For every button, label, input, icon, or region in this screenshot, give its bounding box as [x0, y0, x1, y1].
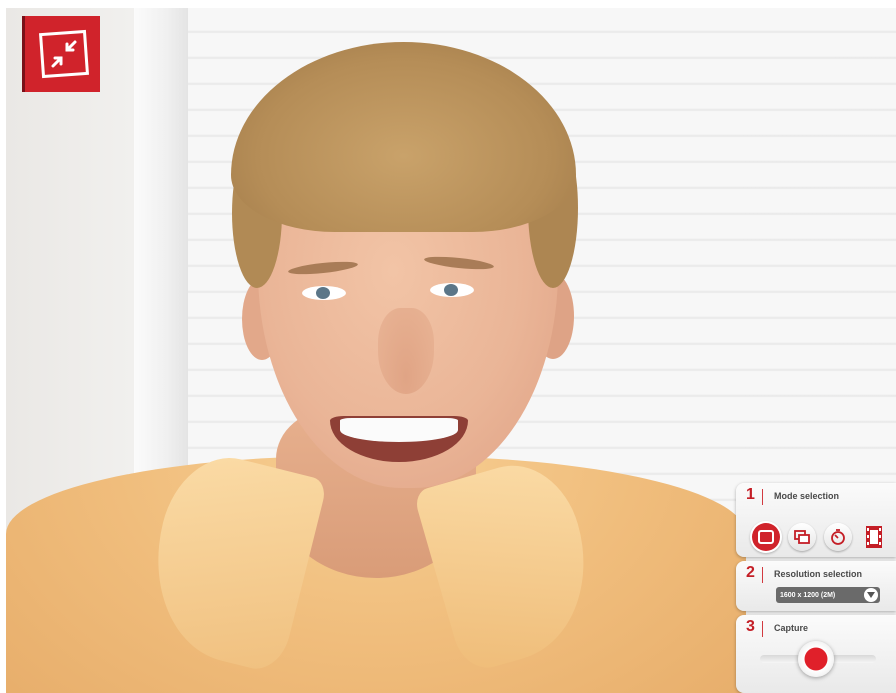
- resolution-selection-title: Resolution selection: [774, 569, 863, 579]
- mode-burst-photo-button[interactable]: [788, 523, 816, 551]
- capture-button[interactable]: [798, 641, 834, 677]
- mode-options: [752, 523, 888, 551]
- single-photo-icon: [758, 530, 774, 544]
- video-film-icon: [866, 526, 882, 548]
- step-number: 3: [746, 618, 755, 635]
- person-nose: [378, 308, 434, 394]
- mode-video-button[interactable]: [860, 523, 888, 551]
- resolution-value: 1600 x 1200 (2M): [780, 591, 836, 599]
- burst-photo-icon: [794, 530, 810, 544]
- mode-single-photo-button[interactable]: [752, 523, 780, 551]
- person-eye-left: [302, 286, 346, 300]
- self-timer-icon: [831, 529, 845, 545]
- exit-fullscreen-button[interactable]: [22, 16, 100, 92]
- capture-section: 3 Capture: [736, 615, 896, 693]
- mode-selection-section: 1 Mode selection: [736, 483, 896, 557]
- person-eye-right: [430, 283, 474, 297]
- step-number: 2: [746, 564, 755, 581]
- step-number: 1: [746, 486, 755, 503]
- capture-control-panel: 1 Mode selection 2 Resolution selection …: [736, 483, 896, 693]
- capture-title: Capture: [774, 623, 809, 633]
- mode-selection-title: Mode selection: [774, 491, 840, 501]
- resolution-dropdown[interactable]: 1600 x 1200 (2M): [776, 587, 880, 603]
- exit-fullscreen-icon: [39, 29, 89, 79]
- step-divider: [762, 567, 763, 583]
- step-divider: [762, 489, 763, 505]
- mode-self-timer-button[interactable]: [824, 523, 852, 551]
- step-divider: [762, 621, 763, 637]
- chevron-down-icon: [864, 588, 878, 602]
- resolution-selection-section: 2 Resolution selection 1600 x 1200 (2M): [736, 561, 896, 611]
